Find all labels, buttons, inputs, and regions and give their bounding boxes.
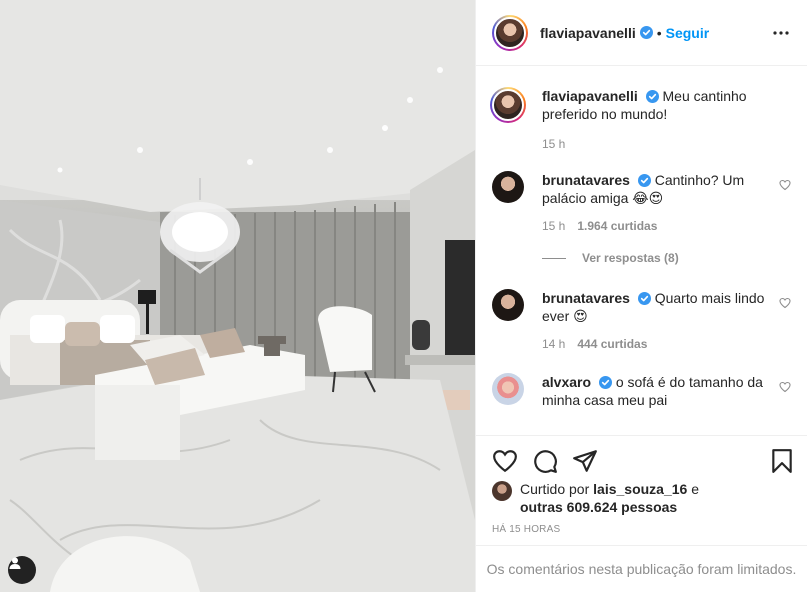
verified-badge-icon: [645, 90, 659, 103]
post-sidebar: flaviapavanelli • Seguir flaviapavanelli…: [475, 0, 807, 592]
comment-item: alvxaro o sofá é do tamanho da minha cas…: [492, 373, 791, 409]
liked-by-others[interactable]: outras 609.624 pessoas: [520, 499, 677, 515]
comment-body: alvxaro o sofá é do tamanho da minha cas…: [542, 373, 791, 409]
comment-username[interactable]: brunatavares: [542, 290, 630, 306]
heart-icon[interactable]: [779, 297, 791, 309]
comment-body: brunatavares Quarto mais lindo ever 😍 14…: [542, 289, 791, 353]
liker-avatar[interactable]: [492, 481, 512, 501]
bookmark-icon[interactable]: [769, 448, 795, 474]
liked-by: Curtido por lais_souza_16 e outras 609.6…: [492, 480, 791, 516]
bedroom-photo-illustration: [0, 0, 475, 592]
liked-by-user[interactable]: lais_souza_16: [593, 481, 687, 497]
caption-username[interactable]: flaviapavanelli: [542, 88, 638, 104]
verified-badge-icon: [637, 174, 651, 187]
comments-list[interactable]: flaviapavanelli Meu cantinho preferido n…: [476, 67, 807, 435]
heart-icon[interactable]: [779, 179, 791, 191]
commenter-avatar[interactable]: [492, 289, 524, 321]
comment-icon[interactable]: [532, 448, 558, 474]
commenter-avatar[interactable]: [492, 171, 524, 203]
follow-button[interactable]: Seguir: [666, 25, 710, 41]
more-options-icon[interactable]: [769, 21, 793, 45]
comment-likes[interactable]: 1.964 curtidas: [577, 217, 657, 235]
comment-time[interactable]: 14 h: [542, 335, 565, 353]
comment-body: brunatavares Cantinho? Um palácio amiga …: [542, 171, 791, 235]
caption-body: flaviapavanelli Meu cantinho preferido n…: [542, 87, 791, 153]
caption-time[interactable]: 15 h: [542, 135, 565, 153]
user-tag-icon[interactable]: [8, 556, 36, 584]
separator-dot: •: [656, 24, 662, 41]
comment-time[interactable]: 15 h: [542, 217, 565, 235]
liked-by-connector: e: [691, 481, 700, 497]
comment-likes[interactable]: 444 curtidas: [577, 335, 647, 353]
author-username[interactable]: flaviapavanelli: [540, 25, 636, 41]
post-timestamp[interactable]: HÁ 15 HORAS: [492, 524, 560, 535]
verified-badge-icon: [598, 376, 612, 389]
comments-limited-notice: Os comentários nesta publicação foram li…: [476, 545, 807, 592]
post-header: flaviapavanelli • Seguir: [476, 0, 807, 66]
post-image[interactable]: [0, 0, 475, 592]
caption-avatar[interactable]: [490, 87, 526, 123]
liked-by-prefix: Curtido por: [520, 481, 590, 497]
author-avatar[interactable]: [492, 14, 528, 51]
commenter-avatar[interactable]: [492, 373, 524, 405]
heart-icon[interactable]: [779, 381, 791, 393]
verified-badge-icon: [637, 292, 651, 305]
verified-badge-icon: [639, 26, 653, 39]
view-replies-button[interactable]: Ver respostas (8): [542, 251, 791, 265]
share-icon[interactable]: [572, 448, 598, 474]
heart-icon[interactable]: [492, 448, 518, 474]
comment-item: brunatavares Quarto mais lindo ever 😍 14…: [492, 289, 791, 353]
caption: flaviapavanelli Meu cantinho preferido n…: [490, 87, 791, 153]
comment-username[interactable]: brunatavares: [542, 172, 630, 188]
action-bar: [476, 435, 807, 485]
comment-username[interactable]: alvxaro: [542, 374, 591, 390]
comment-item: brunatavares Cantinho? Um palácio amiga …: [492, 171, 791, 235]
view-replies-label: Ver respostas (8): [582, 251, 679, 265]
